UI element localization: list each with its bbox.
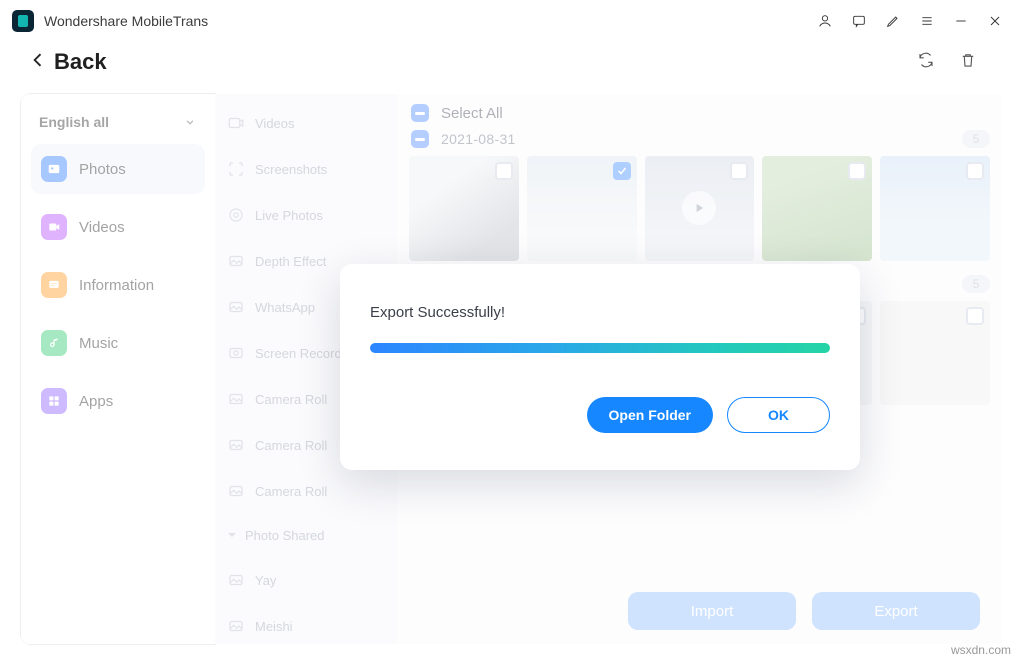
folder-label: WhatsApp — [255, 300, 315, 315]
sidebar-item-label: Information — [79, 277, 154, 294]
back-actions — [917, 51, 977, 74]
sidebar-item-music[interactable]: Music — [31, 318, 205, 368]
group2-count-pill: 5 — [962, 275, 990, 293]
open-folder-button[interactable]: Open Folder — [587, 397, 713, 433]
folder-label: Camera Roll — [255, 484, 327, 499]
feedback-icon[interactable] — [851, 13, 867, 29]
sidebar-item-information[interactable]: Information — [31, 260, 205, 310]
folder-label: Photo Shared — [245, 528, 325, 543]
back-row: Back — [0, 40, 1017, 84]
folder-item-videos[interactable]: Videos — [215, 102, 397, 144]
export-success-modal: Export Successfully! Open Folder OK — [340, 264, 860, 470]
export-button[interactable]: Export — [812, 592, 980, 630]
modal-actions: Open Folder OK — [370, 397, 830, 433]
music-icon — [41, 330, 67, 356]
thumbnail[interactable] — [880, 156, 990, 261]
import-button[interactable]: Import — [628, 592, 796, 630]
group1-header: 2021-08-31 5 — [409, 124, 990, 156]
select-all-row: Select All — [409, 102, 990, 124]
folder-label: Screenshots — [255, 162, 327, 177]
titlebar-left: Wondershare MobileTrans — [12, 10, 208, 32]
action-buttons: Import Export — [628, 592, 980, 630]
thumb-checkbox[interactable] — [495, 162, 513, 180]
thumb-checkbox[interactable] — [613, 162, 631, 180]
play-icon — [682, 191, 716, 225]
filter-label: English all — [39, 114, 109, 130]
folder-item-cameraroll-3[interactable]: Camera Roll — [215, 470, 397, 512]
group1-checkbox[interactable] — [411, 130, 429, 148]
caret-down-icon — [227, 528, 237, 543]
thumb-checkbox[interactable] — [966, 307, 984, 325]
thumbnail[interactable] — [409, 156, 519, 261]
menu-icon[interactable] — [919, 13, 935, 29]
folder-label: Meishi — [255, 619, 293, 634]
watermark: wsxdn.com — [951, 643, 1011, 657]
chevron-down-icon — [183, 115, 197, 129]
select-all-label: Select All — [441, 105, 503, 122]
group1-count-pill: 5 — [962, 130, 990, 148]
titlebar-right — [817, 13, 1003, 29]
folder-item-meishi[interactable]: Meishi — [215, 605, 397, 647]
app-logo-icon — [12, 10, 34, 32]
edit-icon[interactable] — [885, 13, 901, 29]
thumbnail[interactable] — [527, 156, 637, 261]
trash-icon[interactable] — [959, 51, 977, 74]
nav-list: Photos Videos Information Music — [21, 144, 215, 426]
folder-label: Camera Roll — [255, 438, 327, 453]
progress-bar — [370, 343, 830, 353]
folder-label: Live Photos — [255, 208, 323, 223]
thumbnail[interactable] — [762, 156, 872, 261]
minimize-icon[interactable] — [953, 13, 969, 29]
folder-label: Videos — [255, 116, 295, 131]
photos-icon — [41, 156, 67, 182]
folder-label: Screen Recorder — [255, 346, 353, 361]
filter-dropdown[interactable]: English all — [21, 108, 215, 144]
thumb-checkbox[interactable] — [848, 162, 866, 180]
folder-label: Depth Effect — [255, 254, 326, 269]
modal-title: Export Successfully! — [370, 304, 830, 321]
sidebar-item-label: Photos — [79, 161, 126, 178]
thumb-checkbox[interactable] — [730, 162, 748, 180]
chevron-left-icon — [28, 50, 48, 75]
group1-grid — [409, 156, 990, 261]
folder-section-shared[interactable]: Photo Shared — [215, 516, 397, 555]
sidebar-item-label: Music — [79, 335, 118, 352]
titlebar: Wondershare MobileTrans — [0, 0, 1017, 40]
select-all-checkbox[interactable] — [411, 104, 429, 122]
app-title: Wondershare MobileTrans — [44, 13, 208, 29]
folder-label: Camera Roll — [255, 392, 327, 407]
back-label: Back — [54, 49, 107, 75]
folder-item-screenshots[interactable]: Screenshots — [215, 148, 397, 190]
folder-label: Yay — [255, 573, 276, 588]
sidebar-item-label: Videos — [79, 219, 125, 236]
sidebar: English all Photos Videos Information — [21, 94, 215, 644]
sidebar-item-label: Apps — [79, 393, 113, 410]
sidebar-item-videos[interactable]: Videos — [31, 202, 205, 252]
apps-icon — [41, 388, 67, 414]
thumbnail[interactable] — [645, 156, 755, 261]
folder-item-yay[interactable]: Yay — [215, 559, 397, 601]
back-button[interactable]: Back — [28, 49, 107, 75]
group1-date-label: 2021-08-31 — [441, 131, 516, 147]
thumb-checkbox[interactable] — [966, 162, 984, 180]
thumbnail[interactable] — [880, 301, 990, 406]
close-icon[interactable] — [987, 13, 1003, 29]
sidebar-item-apps[interactable]: Apps — [31, 376, 205, 426]
refresh-icon[interactable] — [917, 51, 935, 74]
sidebar-item-photos[interactable]: Photos — [31, 144, 205, 194]
videos-icon — [41, 214, 67, 240]
folder-item-live[interactable]: Live Photos — [215, 194, 397, 236]
ok-button[interactable]: OK — [727, 397, 830, 433]
information-icon — [41, 272, 67, 298]
user-icon[interactable] — [817, 13, 833, 29]
